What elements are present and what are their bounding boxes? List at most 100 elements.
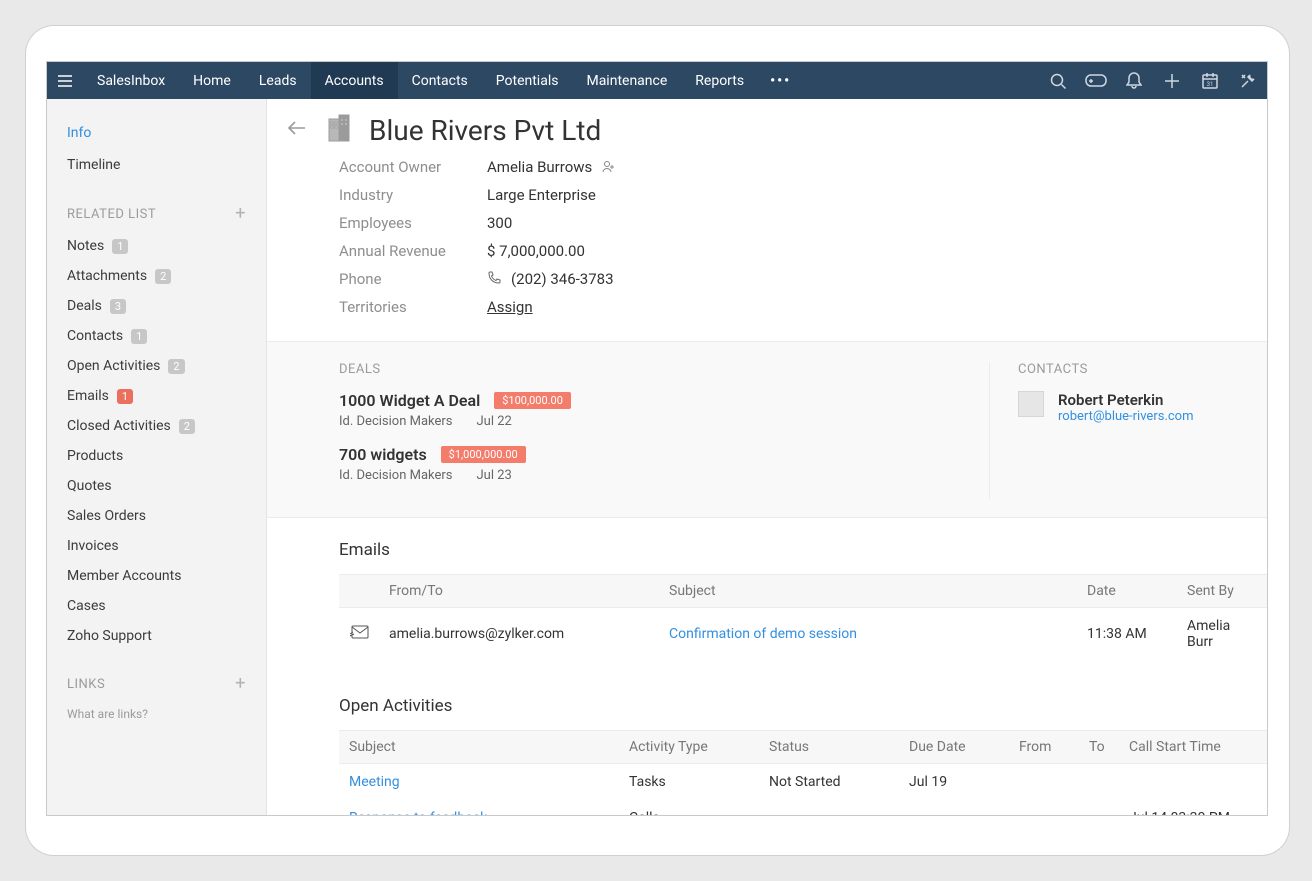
sidebar-info[interactable]: Info [67, 117, 246, 149]
field-label-revenue: Annual Revenue [339, 242, 487, 260]
deal-item[interactable]: 1000 Widget A Deal $100,000.00 Id. Decis… [339, 391, 989, 429]
search-icon[interactable] [1039, 62, 1077, 99]
main-content: Blue Rivers Pvt Ltd Account OwnerAmelia … [267, 99, 1267, 815]
email-date: 11:38 AM [1077, 608, 1177, 661]
hamburger-icon[interactable] [47, 62, 83, 99]
act-col-from: From [1009, 731, 1079, 764]
top-navbar: SalesInbox Home Leads Accounts Contacts … [47, 62, 1267, 99]
field-label-employees: Employees [339, 214, 487, 232]
sidebar-attachments[interactable]: Attachments2 [67, 261, 246, 291]
badge: 1 [117, 389, 133, 404]
emails-col-date: Date [1077, 575, 1177, 608]
envelope-icon [349, 625, 369, 643]
activity-subject-link[interactable]: Meeting [349, 774, 400, 790]
sidebar-related-header: RELATED LIST [67, 207, 156, 222]
deals-section-title: DEALS [339, 362, 989, 377]
contact-avatar[interactable] [1018, 391, 1044, 417]
field-value-revenue: $ 7,000,000.00 [487, 242, 585, 260]
field-value-employees: 300 [487, 214, 512, 232]
activity-due: Jul 19 [899, 764, 1009, 801]
activity-to [1079, 800, 1119, 815]
email-from: amelia.burrows@zylker.com [379, 608, 659, 661]
activity-type: Calls [619, 800, 759, 815]
activity-status: Not Started [759, 764, 899, 801]
nav-leads[interactable]: Leads [245, 62, 311, 99]
tools-icon[interactable] [1229, 62, 1267, 99]
nav-accounts[interactable]: Accounts [311, 62, 398, 99]
email-subject-link[interactable]: Confirmation of demo session [669, 626, 857, 642]
emails-col-from: From/To [379, 575, 659, 608]
nav-reports[interactable]: Reports [681, 62, 758, 99]
links-help[interactable]: What are links? [67, 701, 246, 721]
gamepad-icon[interactable] [1077, 62, 1115, 99]
field-label-phone: Phone [339, 270, 487, 288]
activity-to [1079, 764, 1119, 801]
emails-section-title: Emails [339, 540, 1267, 560]
sidebar-timeline[interactable]: Timeline [67, 149, 246, 181]
add-link-icon[interactable]: + [235, 675, 246, 693]
nav-maintenance[interactable]: Maintenance [572, 62, 681, 99]
badge: 2 [168, 359, 184, 374]
badge: 1 [112, 239, 128, 254]
field-value-phone[interactable]: (202) 346-3783 [511, 270, 614, 288]
act-col-to: To [1079, 731, 1119, 764]
email-sentby: Amelia Burr [1177, 608, 1267, 661]
phone-icon [487, 271, 503, 287]
email-row[interactable]: amelia.burrows@zylker.com Confirmation o… [339, 608, 1267, 661]
sidebar-cases[interactable]: Cases [67, 591, 246, 621]
deal-amount-badge: $100,000.00 [494, 392, 571, 409]
deal-item[interactable]: 700 widgets $1,000,000.00 Id. Decision M… [339, 445, 989, 483]
act-col-type: Activity Type [619, 731, 759, 764]
deal-stage: Id. Decision Makers [339, 414, 453, 429]
nav-contacts[interactable]: Contacts [398, 62, 482, 99]
sidebar-closed-activities[interactable]: Closed Activities2 [67, 411, 246, 441]
sidebar-notes[interactable]: Notes1 [67, 231, 246, 261]
contact-name[interactable]: Robert Peterkin [1058, 391, 1193, 409]
contacts-section-title: CONTACTS [1018, 362, 1239, 377]
activity-row[interactable]: Meeting Tasks Not Started Jul 19 [339, 764, 1267, 801]
nav-salesinbox[interactable]: SalesInbox [83, 62, 179, 99]
nav-home[interactable]: Home [179, 62, 245, 99]
activity-subject-link[interactable]: Response to feedback [349, 810, 487, 815]
assign-territory-link[interactable]: Assign [487, 298, 533, 316]
sidebar-contacts[interactable]: Contacts1 [67, 321, 246, 351]
calendar-icon[interactable]: 31 [1191, 62, 1229, 99]
sidebar-invoices[interactable]: Invoices [67, 531, 246, 561]
emails-col-subject: Subject [659, 575, 1077, 608]
sidebar-quotes[interactable]: Quotes [67, 471, 246, 501]
nav-more-icon[interactable]: ••• [758, 73, 803, 89]
sidebar-zoho-support[interactable]: Zoho Support [67, 621, 246, 651]
activity-row[interactable]: Response to feedback Calls Jul 14 03:30 … [339, 800, 1267, 815]
add-related-icon[interactable]: + [235, 205, 246, 223]
contact-email[interactable]: robert@blue-rivers.com [1058, 409, 1193, 424]
act-col-due: Due Date [899, 731, 1009, 764]
account-title: Blue Rivers Pvt Ltd [369, 114, 601, 147]
sidebar-emails[interactable]: Emails1 [67, 381, 246, 411]
person-icon[interactable] [600, 159, 616, 175]
act-col-status: Status [759, 731, 899, 764]
plus-icon[interactable] [1153, 62, 1191, 99]
field-value-industry: Large Enterprise [487, 186, 596, 204]
svg-text:31: 31 [1207, 81, 1214, 88]
sidebar-links-header: LINKS [67, 677, 105, 692]
badge: 3 [110, 299, 126, 314]
building-icon [323, 113, 353, 147]
field-label-industry: Industry [339, 186, 487, 204]
bell-icon[interactable] [1115, 62, 1153, 99]
field-value-owner: Amelia Burrows [487, 158, 592, 176]
badge: 2 [179, 419, 195, 434]
sidebar-sales-orders[interactable]: Sales Orders [67, 501, 246, 531]
sidebar-open-activities[interactable]: Open Activities2 [67, 351, 246, 381]
activity-type: Tasks [619, 764, 759, 801]
activity-from [1009, 800, 1079, 815]
field-label-territories: Territories [339, 298, 487, 316]
back-arrow-icon[interactable] [287, 120, 307, 140]
sidebar-deals[interactable]: Deals3 [67, 291, 246, 321]
deal-amount-badge: $1,000,000.00 [441, 446, 526, 463]
sidebar-products[interactable]: Products [67, 441, 246, 471]
deal-date: Jul 23 [477, 468, 512, 483]
emails-table: From/To Subject Date Sent By amelia.burr… [339, 574, 1267, 660]
activity-status [759, 800, 899, 815]
nav-potentials[interactable]: Potentials [482, 62, 573, 99]
sidebar-member-accounts[interactable]: Member Accounts [67, 561, 246, 591]
